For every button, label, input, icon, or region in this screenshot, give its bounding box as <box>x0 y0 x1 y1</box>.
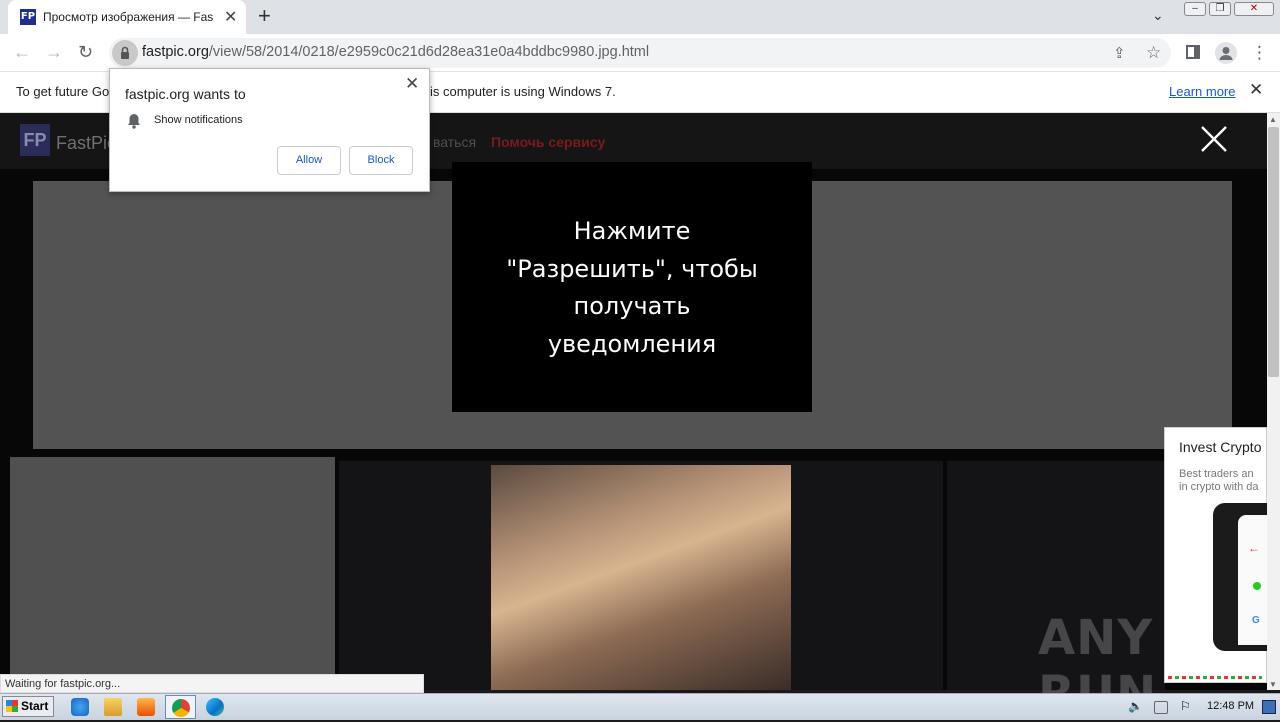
close-window-button[interactable]: ✕ <box>1234 2 1274 16</box>
reload-icon[interactable]: ↻ <box>78 42 93 63</box>
popup-close-icon[interactable]: ✕ <box>405 74 419 94</box>
ad-subtitle-line: Best traders an <box>1179 468 1254 480</box>
profile-avatar-icon[interactable] <box>1215 42 1237 64</box>
lock-icon[interactable] <box>112 40 138 66</box>
overlay-line: "Разрешить", чтобы <box>506 254 758 283</box>
file-explorer-icon[interactable] <box>104 698 122 716</box>
tab-close-icon[interactable]: ✕ <box>224 7 237 27</box>
block-button[interactable]: Block <box>349 146 413 175</box>
nav-link-help[interactable]: Помочь сервису <box>491 134 605 150</box>
preview-photo[interactable] <box>491 465 791 690</box>
media-player-icon[interactable] <box>137 698 155 716</box>
allow-button[interactable]: Allow <box>277 146 341 175</box>
infobar-close-icon[interactable]: ✕ <box>1249 80 1263 100</box>
infobar-text-left: To get future Go <box>16 84 110 99</box>
minimize-button[interactable]: – <box>1184 2 1206 16</box>
show-desktop-button[interactable] <box>1262 700 1276 714</box>
edge-icon[interactable] <box>206 698 224 716</box>
overlay-line: Нажмите <box>573 217 691 245</box>
new-tab-button[interactable]: + <box>258 3 271 29</box>
speaker-icon[interactable]: 🔈 <box>1128 699 1143 713</box>
popup-permission-text: Show notifications <box>154 114 243 126</box>
fastpic-logo-text[interactable]: FastPic <box>56 133 116 154</box>
ad-subtitle-line: in crypto with da <box>1179 481 1259 493</box>
overlay-line: уведомления <box>547 329 717 358</box>
learn-more-link[interactable]: Learn more <box>1169 84 1235 99</box>
overlay-close-icon[interactable] <box>1198 123 1230 155</box>
url-domain: fastpic.org <box>142 44 209 60</box>
nav-link-partial[interactable]: ваться <box>433 134 476 150</box>
url-path: /view/58/2014/0218/e2959c0c21d6d28ea31e0… <box>208 44 650 60</box>
gallery-card-left <box>10 457 335 690</box>
scrollbar-thumb[interactable] <box>1268 127 1279 377</box>
share-icon[interactable]: ⇪ <box>1113 44 1126 62</box>
fastpic-favicon: FP <box>20 9 36 25</box>
scroll-up-icon[interactable]: ▲ <box>1269 115 1277 124</box>
status-bubble: Waiting for fastpic.org... <box>0 674 424 693</box>
menu-kebab-icon[interactable]: ⋮ <box>1251 43 1268 63</box>
ad-back-arrow-icon: ← <box>1248 541 1260 555</box>
taskbar-clock[interactable]: 12:48 PM <box>1207 700 1254 712</box>
popup-title: fastpic.org wants to <box>125 86 246 102</box>
ad-green-dot-icon <box>1253 582 1261 590</box>
back-arrow-icon[interactable]: ← <box>13 42 31 63</box>
windows-flag-icon <box>6 700 18 712</box>
bell-icon <box>127 113 141 129</box>
overlay-message: Нажмите "Разрешить", чтобы получать увед… <box>452 213 812 363</box>
overlay-line: получать <box>573 292 691 320</box>
url-text[interactable]: fastpic.org/view/58/2014/0218/e2959c0c21… <box>142 44 649 60</box>
browser-tab[interactable]: FP Просмотр изображения — FastPic ✕ <box>8 0 246 34</box>
side-panel-icon[interactable] <box>1186 45 1200 59</box>
bookmark-star-icon[interactable]: ☆ <box>1146 43 1161 63</box>
ad-subtitle: Best traders an in crypto with da <box>1179 468 1265 494</box>
chrome-icon <box>172 699 190 717</box>
action-center-flag-icon[interactable]: ⚐ <box>1180 699 1194 713</box>
tab-search-chevron-icon[interactable]: ⌄ <box>1152 7 1164 24</box>
infobar-text-right: is computer is using Windows 7. <box>430 84 616 99</box>
tab-title: Просмотр изображения — FastPic <box>43 10 213 24</box>
fastpic-logo-mark[interactable]: FP <box>20 124 50 156</box>
forward-arrow-icon[interactable]: → <box>45 42 63 63</box>
internet-explorer-icon[interactable] <box>71 698 89 716</box>
restore-button[interactable]: ❐ <box>1209 2 1231 16</box>
ad-title[interactable]: Invest Crypto <box>1179 439 1261 455</box>
network-icon[interactable] <box>1154 701 1168 714</box>
